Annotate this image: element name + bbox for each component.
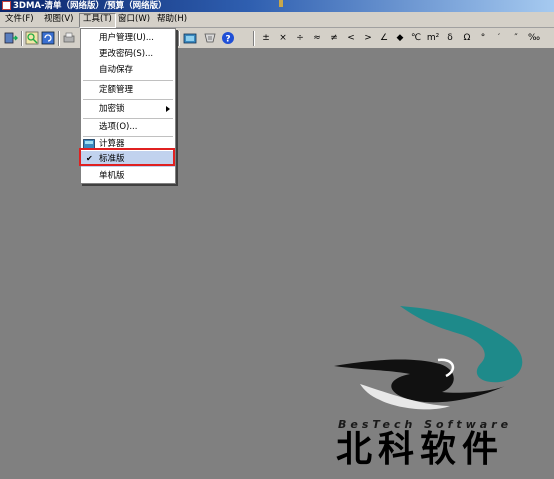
svg-text:?: ? <box>225 35 230 45</box>
symbol-less-than[interactable]: < <box>344 30 358 46</box>
title-bar[interactable]: 3DMA-清单（网络版）/预算（网络版） <box>0 0 554 12</box>
exit-icon[interactable] <box>4 31 18 45</box>
symbol-multiply[interactable]: × <box>276 30 290 46</box>
toolbar-separator <box>253 31 255 46</box>
menu-separator <box>83 99 173 100</box>
refresh-icon[interactable] <box>41 31 55 45</box>
symbol-delta[interactable]: δ <box>443 30 457 46</box>
symbol-greater-than[interactable]: > <box>361 30 375 46</box>
menu-separator <box>83 80 173 81</box>
symbol-angle[interactable]: ∠ <box>377 30 391 46</box>
symbol-prime[interactable]: ′ <box>492 30 506 46</box>
menu-item-auto-save[interactable]: 自动保存 <box>81 62 175 78</box>
menu-item-label: 更改密码(S)... <box>99 49 154 59</box>
window-title: 3DMA-清单（网络版）/预算（网络版） <box>13 1 167 11</box>
menu-item-label: 选项(O)... <box>99 122 138 132</box>
menu-help[interactable]: 帮助(H) <box>154 13 190 26</box>
menu-item-options[interactable]: 选项(O)... <box>81 119 175 135</box>
print-icon[interactable] <box>62 31 76 45</box>
symbol-not-equal[interactable]: ≠ <box>327 30 341 46</box>
menu-item-label: 定额管理 <box>99 85 134 95</box>
menu-window[interactable]: 窗口(W) <box>115 13 153 26</box>
app-icon <box>2 1 11 10</box>
menu-item-label: 单机版 <box>99 171 125 181</box>
menu-view[interactable]: 视图(V) <box>41 13 76 26</box>
menu-item-label: 自动保存 <box>99 65 134 75</box>
menu-item-change-password[interactable]: 更改密码(S)... <box>81 46 175 62</box>
menu-item-user-management[interactable]: 用户管理(U)... <box>81 30 175 46</box>
symbol-double-prime[interactable]: ″ <box>509 30 523 46</box>
submenu-arrow-icon <box>166 106 170 112</box>
toolbar-separator <box>21 31 23 46</box>
symbol-omega[interactable]: Ω <box>460 30 474 46</box>
menu-item-dongle[interactable]: 加密锁 <box>81 101 175 117</box>
symbol-plus-minus[interactable]: ± <box>259 30 273 46</box>
menu-tools[interactable]: 工具(T) <box>79 13 116 28</box>
symbol-divide[interactable]: ÷ <box>293 30 307 46</box>
settings-icon[interactable] <box>203 31 217 45</box>
app-window: 3DMA-清单（网络版）/预算（网络版） 文件(F) 视图(V) 工具(T) 窗… <box>0 0 554 479</box>
highlight-annotation <box>79 148 175 166</box>
symbol-per-mille[interactable]: ‰ <box>527 30 541 46</box>
title-marker <box>279 0 283 7</box>
help-icon[interactable]: ? <box>221 31 235 45</box>
menu-bar: 文件(F) 视图(V) 工具(T) 窗口(W) 帮助(H) <box>0 12 554 28</box>
symbol-square-meter[interactable]: m² <box>426 30 440 46</box>
symbol-diamond[interactable]: ◆ <box>393 30 407 46</box>
menu-item-standalone-edition[interactable]: 单机版 <box>81 168 175 184</box>
menu-item-quota-management[interactable]: 定额管理 <box>81 82 175 98</box>
symbol-degree[interactable]: ° <box>476 30 490 46</box>
menu-file[interactable]: 文件(F) <box>2 13 37 26</box>
symbol-approx[interactable]: ≈ <box>310 30 324 46</box>
logo-chinese-text: 北科软件 <box>336 429 505 470</box>
toolbar-separator <box>178 31 180 46</box>
menu-item-label: 加密锁 <box>99 104 125 114</box>
symbol-celsius[interactable]: ℃ <box>409 30 423 46</box>
search-icon[interactable] <box>25 31 39 45</box>
toolbar-separator <box>58 31 60 46</box>
folder-icon[interactable] <box>183 31 197 45</box>
menu-item-label: 用户管理(U)... <box>99 33 154 43</box>
